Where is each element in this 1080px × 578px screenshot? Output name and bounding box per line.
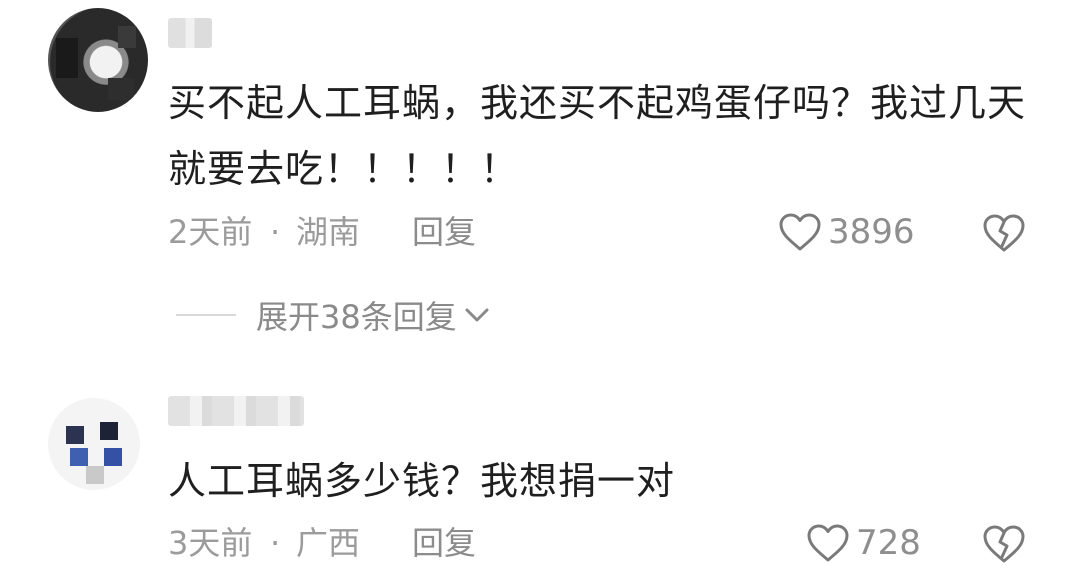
heart-outline-icon (779, 213, 821, 251)
comment-meta: 2天前 · 湖南 回复 3896 (168, 207, 1048, 257)
chevron-down-icon (465, 308, 489, 322)
broken-heart-icon[interactable] (982, 213, 1026, 253)
divider-line (176, 314, 236, 316)
comment-list: 买不起人工耳蜗，我还买不起鸡蛋仔吗？我过几天就要去吃！！！！！ 2天前 · 湖南… (0, 0, 1080, 578)
comment-text: 人工耳蜗多少钱？我想捐一对 (168, 459, 676, 503)
expand-replies-label: 展开38条回复 (256, 298, 457, 336)
heart-outline-icon (807, 524, 849, 562)
comment-time: 2天前 (168, 213, 253, 251)
like-count: 3896 (828, 212, 915, 252)
comment-time: 3天前 (168, 524, 253, 562)
meta-separator: · (270, 524, 281, 562)
like-count: 728 (856, 523, 921, 563)
avatar[interactable] (48, 8, 148, 112)
comment-item: 人工耳蜗多少钱？我想捐一对 3天前 · 广西 回复 728 (0, 378, 1080, 578)
meta-separator: · (270, 213, 281, 251)
avatar[interactable] (48, 398, 140, 490)
comment-meta: 3天前 · 广西 回复 728 (168, 518, 1048, 568)
comment-item: 买不起人工耳蜗，我还买不起鸡蛋仔吗？我过几天就要去吃！！！！！ 2天前 · 湖南… (0, 0, 1080, 336)
username-blurred[interactable] (168, 18, 212, 48)
reply-button[interactable]: 回复 (412, 207, 476, 257)
broken-heart-icon[interactable] (982, 524, 1026, 564)
expand-replies-button[interactable]: 展开38条回复 (176, 290, 491, 340)
like-button[interactable]: 728 (806, 518, 921, 568)
comment-text: 买不起人工耳蜗，我还买不起鸡蛋仔吗？我过几天就要去吃！！！！！ (168, 81, 1027, 191)
username-blurred[interactable] (168, 396, 304, 426)
comment-location: 湖南 (296, 213, 361, 251)
reply-button[interactable]: 回复 (412, 518, 476, 568)
comment-location: 广西 (296, 524, 361, 562)
like-button[interactable]: 3896 (778, 207, 915, 257)
